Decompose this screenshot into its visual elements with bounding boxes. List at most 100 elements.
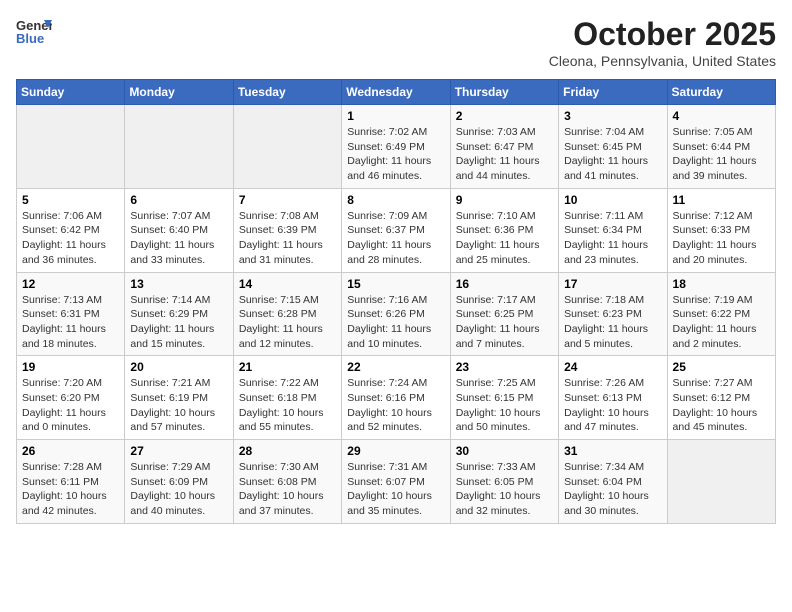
calendar-week-row: 12 Sunrise: 7:13 AMSunset: 6:31 PMDayligh… <box>17 272 776 356</box>
page-header: General Blue October 2025 Cleona, Pennsy… <box>16 16 776 69</box>
calendar-cell: 31 Sunrise: 7:34 AMSunset: 6:04 PMDayligh… <box>559 440 667 524</box>
calendar-week-row: 5 Sunrise: 7:06 AMSunset: 6:42 PMDaylight… <box>17 188 776 272</box>
weekday-header: Tuesday <box>233 80 341 105</box>
day-number: 9 <box>456 193 553 207</box>
day-info: Sunrise: 7:24 AMSunset: 6:16 PMDaylight:… <box>347 376 444 435</box>
calendar-cell <box>17 105 125 189</box>
day-number: 24 <box>564 360 661 374</box>
day-info: Sunrise: 7:31 AMSunset: 6:07 PMDaylight:… <box>347 460 444 519</box>
day-number: 23 <box>456 360 553 374</box>
day-number: 7 <box>239 193 336 207</box>
calendar-cell: 25 Sunrise: 7:27 AMSunset: 6:12 PMDayligh… <box>667 356 775 440</box>
calendar-cell: 4Sunrise: 7:05 AMSunset: 6:44 PMDaylight… <box>667 105 775 189</box>
day-number: 5 <box>22 193 119 207</box>
calendar-cell: 30 Sunrise: 7:33 AMSunset: 6:05 PMDayligh… <box>450 440 558 524</box>
weekday-header: Thursday <box>450 80 558 105</box>
day-info: Sunrise: 7:29 AMSunset: 6:09 PMDaylight:… <box>130 460 227 519</box>
day-info: Sunrise: 7:06 AMSunset: 6:42 PMDaylight:… <box>22 209 119 268</box>
day-info: Sunrise: 7:05 AMSunset: 6:44 PMDaylight:… <box>673 125 770 184</box>
day-info: Sunrise: 7:25 AMSunset: 6:15 PMDaylight:… <box>456 376 553 435</box>
calendar-cell: 21 Sunrise: 7:22 AMSunset: 6:18 PMDayligh… <box>233 356 341 440</box>
calendar-cell: 18Sunrise: 7:19 AMSunset: 6:22 PMDayligh… <box>667 272 775 356</box>
calendar-cell: 16Sunrise: 7:17 AMSunset: 6:25 PMDayligh… <box>450 272 558 356</box>
day-number: 30 <box>456 444 553 458</box>
day-number: 14 <box>239 277 336 291</box>
calendar-cell: 29 Sunrise: 7:31 AMSunset: 6:07 PMDayligh… <box>342 440 450 524</box>
day-number: 22 <box>347 360 444 374</box>
day-number: 31 <box>564 444 661 458</box>
day-number: 19 <box>22 360 119 374</box>
day-info: Sunrise: 7:30 AMSunset: 6:08 PMDaylight:… <box>239 460 336 519</box>
day-number: 6 <box>130 193 227 207</box>
day-info: Sunrise: 7:21 AMSunset: 6:19 PMDaylight:… <box>130 376 227 435</box>
calendar-cell: 11 Sunrise: 7:12 AMSunset: 6:33 PMDayligh… <box>667 188 775 272</box>
day-info: Sunrise: 7:02 AMSunset: 6:49 PMDaylight:… <box>347 125 444 184</box>
day-number: 8 <box>347 193 444 207</box>
calendar-cell: 15Sunrise: 7:16 AMSunset: 6:26 PMDayligh… <box>342 272 450 356</box>
day-number: 15 <box>347 277 444 291</box>
day-number: 1 <box>347 109 444 123</box>
calendar-cell: 3 Sunrise: 7:04 AMSunset: 6:45 PMDaylight… <box>559 105 667 189</box>
calendar-cell: 10Sunrise: 7:11 AMSunset: 6:34 PMDayligh… <box>559 188 667 272</box>
location: Cleona, Pennsylvania, United States <box>549 53 776 69</box>
day-info: Sunrise: 7:13 AMSunset: 6:31 PMDaylight:… <box>22 293 119 352</box>
day-number: 11 <box>673 193 770 207</box>
calendar-table: SundayMondayTuesdayWednesdayThursdayFrid… <box>16 79 776 524</box>
day-number: 29 <box>347 444 444 458</box>
logo-icon: General Blue <box>16 16 52 46</box>
weekday-header: Friday <box>559 80 667 105</box>
calendar-week-row: 19 Sunrise: 7:20 AMSunset: 6:20 PMDayligh… <box>17 356 776 440</box>
month-title: October 2025 <box>549 16 776 53</box>
calendar-cell <box>233 105 341 189</box>
day-info: Sunrise: 7:34 AMSunset: 6:04 PMDaylight:… <box>564 460 661 519</box>
day-number: 2 <box>456 109 553 123</box>
header-row: SundayMondayTuesdayWednesdayThursdayFrid… <box>17 80 776 105</box>
weekday-header: Wednesday <box>342 80 450 105</box>
day-number: 12 <box>22 277 119 291</box>
day-info: Sunrise: 7:04 AMSunset: 6:45 PMDaylight:… <box>564 125 661 184</box>
day-info: Sunrise: 7:33 AMSunset: 6:05 PMDaylight:… <box>456 460 553 519</box>
calendar-cell: 19 Sunrise: 7:20 AMSunset: 6:20 PMDayligh… <box>17 356 125 440</box>
day-info: Sunrise: 7:26 AMSunset: 6:13 PMDaylight:… <box>564 376 661 435</box>
calendar-cell: 9 Sunrise: 7:10 AMSunset: 6:36 PMDaylight… <box>450 188 558 272</box>
calendar-cell: 5 Sunrise: 7:06 AMSunset: 6:42 PMDaylight… <box>17 188 125 272</box>
calendar-cell: 1 Sunrise: 7:02 AMSunset: 6:49 PMDaylight… <box>342 105 450 189</box>
day-info: Sunrise: 7:15 AMSunset: 6:28 PMDaylight:… <box>239 293 336 352</box>
calendar-cell: 7Sunrise: 7:08 AMSunset: 6:39 PMDaylight… <box>233 188 341 272</box>
day-info: Sunrise: 7:18 AMSunset: 6:23 PMDaylight:… <box>564 293 661 352</box>
calendar-cell: 13Sunrise: 7:14 AMSunset: 6:29 PMDayligh… <box>125 272 233 356</box>
calendar-cell: 8 Sunrise: 7:09 AMSunset: 6:37 PMDaylight… <box>342 188 450 272</box>
day-number: 21 <box>239 360 336 374</box>
day-info: Sunrise: 7:17 AMSunset: 6:25 PMDaylight:… <box>456 293 553 352</box>
day-number: 3 <box>564 109 661 123</box>
day-info: Sunrise: 7:07 AMSunset: 6:40 PMDaylight:… <box>130 209 227 268</box>
calendar-cell: 22 Sunrise: 7:24 AMSunset: 6:16 PMDayligh… <box>342 356 450 440</box>
day-info: Sunrise: 7:28 AMSunset: 6:11 PMDaylight:… <box>22 460 119 519</box>
calendar-cell: 27Sunrise: 7:29 AMSunset: 6:09 PMDayligh… <box>125 440 233 524</box>
day-info: Sunrise: 7:09 AMSunset: 6:37 PMDaylight:… <box>347 209 444 268</box>
day-info: Sunrise: 7:22 AMSunset: 6:18 PMDaylight:… <box>239 376 336 435</box>
weekday-header: Sunday <box>17 80 125 105</box>
logo: General Blue <box>16 16 52 46</box>
day-info: Sunrise: 7:14 AMSunset: 6:29 PMDaylight:… <box>130 293 227 352</box>
calendar-week-row: 1 Sunrise: 7:02 AMSunset: 6:49 PMDaylight… <box>17 105 776 189</box>
day-number: 25 <box>673 360 770 374</box>
day-info: Sunrise: 7:12 AMSunset: 6:33 PMDaylight:… <box>673 209 770 268</box>
day-number: 20 <box>130 360 227 374</box>
calendar-cell: 23 Sunrise: 7:25 AMSunset: 6:15 PMDayligh… <box>450 356 558 440</box>
day-number: 17 <box>564 277 661 291</box>
calendar-cell: 6 Sunrise: 7:07 AMSunset: 6:40 PMDaylight… <box>125 188 233 272</box>
day-info: Sunrise: 7:10 AMSunset: 6:36 PMDaylight:… <box>456 209 553 268</box>
day-number: 26 <box>22 444 119 458</box>
calendar-cell: 24 Sunrise: 7:26 AMSunset: 6:13 PMDayligh… <box>559 356 667 440</box>
calendar-cell: 17 Sunrise: 7:18 AMSunset: 6:23 PMDayligh… <box>559 272 667 356</box>
calendar-cell: 2Sunrise: 7:03 AMSunset: 6:47 PMDaylight… <box>450 105 558 189</box>
calendar-cell: 26 Sunrise: 7:28 AMSunset: 6:11 PMDayligh… <box>17 440 125 524</box>
calendar-cell: 28Sunrise: 7:30 AMSunset: 6:08 PMDayligh… <box>233 440 341 524</box>
title-block: October 2025 Cleona, Pennsylvania, Unite… <box>549 16 776 69</box>
day-info: Sunrise: 7:20 AMSunset: 6:20 PMDaylight:… <box>22 376 119 435</box>
day-info: Sunrise: 7:27 AMSunset: 6:12 PMDaylight:… <box>673 376 770 435</box>
calendar-cell: 20 Sunrise: 7:21 AMSunset: 6:19 PMDayligh… <box>125 356 233 440</box>
calendar-week-row: 26 Sunrise: 7:28 AMSunset: 6:11 PMDayligh… <box>17 440 776 524</box>
weekday-header: Saturday <box>667 80 775 105</box>
